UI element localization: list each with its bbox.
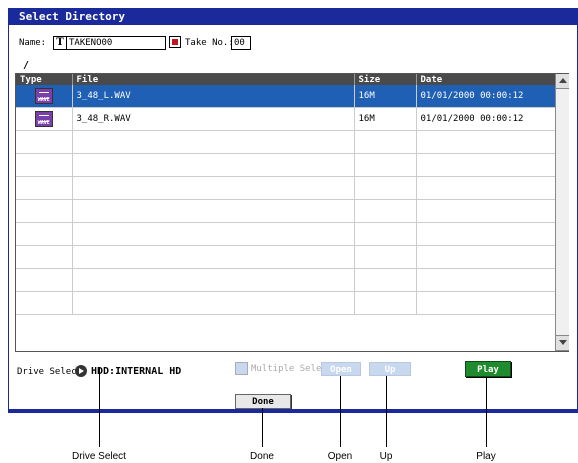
table-row-empty	[16, 222, 556, 246]
select-directory-dialog: Select Directory Name: T TAKENO00 Take N…	[8, 8, 578, 413]
empty-cell	[16, 153, 73, 177]
done-button[interactable]: Done	[235, 394, 291, 409]
table-row[interactable]: 3_48_L.WAV 16M 01/01/2000 00:00:12	[16, 85, 556, 108]
scroll-down-icon[interactable]	[556, 335, 569, 351]
dialog-bottom-border	[9, 409, 577, 412]
empty-cell	[354, 130, 417, 154]
empty-cell	[16, 268, 73, 292]
header-file[interactable]: File	[72, 74, 355, 85]
play-button[interactable]: Play	[465, 361, 511, 377]
checkbox-icon	[235, 362, 248, 375]
empty-cell	[72, 199, 355, 223]
table-row[interactable]: 3_48_R.WAV 16M 01/01/2000 00:00:12	[16, 107, 556, 131]
empty-cell	[416, 176, 556, 200]
callout-drive-select: Drive Select	[72, 451, 126, 462]
table-row-empty	[16, 291, 556, 315]
take-no-field[interactable]: 00	[231, 36, 251, 50]
callout-line-drive-select	[99, 367, 100, 447]
empty-cell	[354, 176, 417, 200]
empty-cell	[416, 268, 556, 292]
empty-cell	[416, 222, 556, 246]
drive-select-value[interactable]: HDD:INTERNAL HD	[91, 366, 181, 377]
name-label: Name:	[19, 38, 47, 48]
callout-line-up	[386, 376, 387, 447]
current-path: /	[23, 60, 30, 71]
empty-cell	[354, 199, 417, 223]
empty-cell	[16, 199, 73, 223]
callout-open: Open	[327, 451, 353, 462]
empty-cell	[16, 245, 73, 269]
scroll-up-icon[interactable]	[556, 74, 569, 89]
empty-cell	[354, 222, 417, 246]
empty-cell	[72, 291, 355, 315]
table-row-empty	[16, 153, 556, 177]
header-size[interactable]: Size	[354, 74, 417, 85]
empty-cell	[16, 222, 73, 246]
file-size: 16M	[354, 107, 417, 131]
empty-cell	[354, 291, 417, 315]
empty-cell	[416, 199, 556, 223]
header-type[interactable]: Type	[16, 74, 73, 85]
empty-cell	[16, 291, 73, 315]
empty-cell	[16, 130, 73, 154]
file-name: 3_48_L.WAV	[72, 85, 355, 108]
open-button[interactable]: Open	[321, 362, 361, 376]
empty-cell	[16, 176, 73, 200]
empty-cell	[72, 176, 355, 200]
header-date[interactable]: Date	[416, 74, 556, 85]
table-row-empty	[16, 268, 556, 292]
file-name: 3_48_R.WAV	[72, 107, 355, 131]
file-date: 01/01/2000 00:00:12	[416, 107, 556, 131]
up-button[interactable]: Up	[369, 362, 411, 376]
table-row-empty	[16, 176, 556, 200]
table-row-empty	[16, 130, 556, 154]
text-edit-button[interactable]: T	[53, 36, 67, 50]
callout-up: Up	[379, 451, 393, 462]
empty-cell	[416, 130, 556, 154]
take-no-label: Take No.:	[185, 38, 234, 48]
callout-play: Play	[476, 451, 496, 462]
name-field[interactable]: TAKENO00	[66, 36, 166, 50]
empty-cell	[416, 153, 556, 177]
file-size: 16M	[354, 85, 417, 108]
empty-cell	[416, 291, 556, 315]
table-row-empty	[16, 199, 556, 223]
callout-line-done	[262, 408, 263, 447]
dialog-title: Select Directory	[9, 9, 577, 25]
table-scrollbar[interactable]	[555, 74, 569, 351]
take-no-checkbox[interactable]	[169, 36, 181, 48]
empty-cell	[72, 153, 355, 177]
callout-line-play	[486, 377, 487, 447]
multiple-select-checkbox[interactable]: Multiple Select	[235, 362, 332, 375]
empty-cell	[354, 268, 417, 292]
wave-file-icon	[34, 88, 53, 104]
table-header-row: Type File Size Date	[16, 74, 556, 85]
empty-cell	[72, 268, 355, 292]
empty-cell	[354, 245, 417, 269]
empty-cell	[72, 245, 355, 269]
file-table: Type File Size Date 3_48_L.WAV 16M 01/01…	[15, 73, 569, 352]
callout-done: Done	[250, 451, 274, 462]
callout-line-open	[340, 376, 341, 447]
table-row-empty	[16, 245, 556, 269]
wave-file-icon	[34, 111, 53, 127]
drive-select-arrow-icon[interactable]	[75, 365, 87, 377]
empty-cell	[72, 222, 355, 246]
empty-cell	[416, 245, 556, 269]
empty-cell	[72, 130, 355, 154]
file-date: 01/01/2000 00:00:12	[416, 85, 556, 108]
empty-cell	[354, 153, 417, 177]
